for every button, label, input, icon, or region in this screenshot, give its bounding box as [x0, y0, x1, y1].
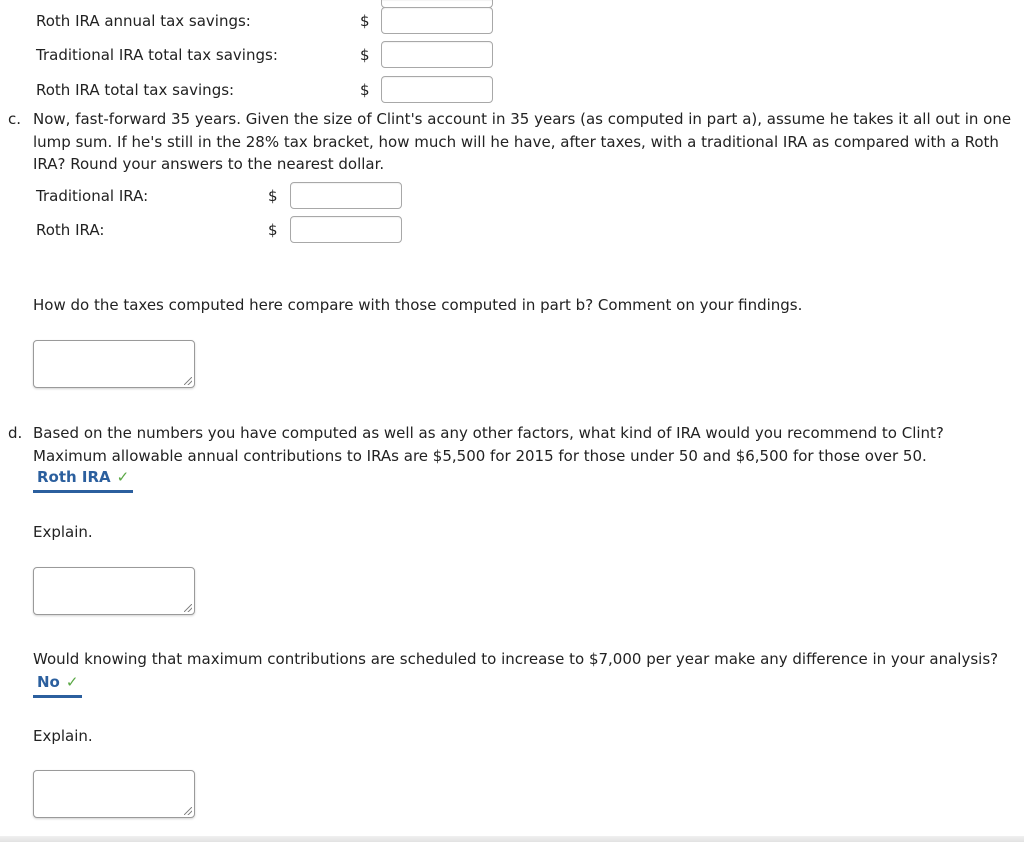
- roth-ira-after-tax-input[interactable]: [290, 216, 402, 243]
- part-d-question-text: Based on the numbers you have computed a…: [33, 424, 944, 465]
- roth-annual-savings-input[interactable]: [381, 7, 493, 34]
- checkmark-icon: ✓: [116, 468, 130, 486]
- explain-followup-textarea[interactable]: [33, 770, 195, 818]
- part-d-letter: d.: [8, 424, 23, 442]
- followup-explain-label: Explain.: [33, 727, 93, 745]
- bottom-divider: [0, 836, 1024, 842]
- explain-label: Explain.: [33, 523, 93, 541]
- explain-recommendation-textarea[interactable]: [33, 567, 195, 615]
- currency-symbol: $: [360, 12, 370, 30]
- compare-findings-textarea[interactable]: [33, 340, 195, 388]
- followup-answer-dropdown[interactable]: No ✓: [33, 673, 83, 698]
- part-c-letter: c.: [8, 110, 22, 128]
- checkmark-icon: ✓: [65, 673, 79, 691]
- roth-annual-savings-label: Roth IRA annual tax savings:: [36, 12, 251, 30]
- part-c-question: c. Now, fast-forward 35 years. Given the…: [8, 108, 1018, 178]
- roth-ira-label: Roth IRA:: [36, 221, 105, 239]
- followup-question: Would knowing that maximum contributions…: [33, 650, 999, 668]
- compare-question: How do the taxes computed here compare w…: [33, 296, 803, 314]
- currency-symbol: $: [360, 81, 370, 99]
- selected-answer: Roth IRA: [37, 468, 111, 486]
- traditional-total-savings-input[interactable]: [381, 41, 493, 68]
- resize-handle-icon[interactable]: [184, 377, 192, 385]
- resize-handle-icon[interactable]: [184, 807, 192, 815]
- selected-answer: No: [37, 673, 60, 691]
- traditional-ira-after-tax-input[interactable]: [290, 182, 402, 209]
- roth-total-savings-label: Roth IRA total tax savings:: [36, 81, 235, 99]
- ira-recommendation-dropdown[interactable]: Roth IRA ✓: [33, 468, 134, 493]
- resize-handle-icon[interactable]: [184, 604, 192, 612]
- part-c-question-text: Now, fast-forward 35 years. Given the si…: [33, 110, 1012, 173]
- currency-symbol: $: [268, 221, 278, 239]
- traditional-total-savings-label: Traditional IRA total tax savings:: [36, 46, 278, 64]
- traditional-ira-label: Traditional IRA:: [36, 187, 149, 205]
- currency-symbol: $: [360, 46, 370, 64]
- currency-symbol: $: [268, 187, 278, 205]
- part-d-question: d. Based on the numbers you have compute…: [8, 422, 1018, 470]
- roth-total-savings-input[interactable]: [381, 76, 493, 103]
